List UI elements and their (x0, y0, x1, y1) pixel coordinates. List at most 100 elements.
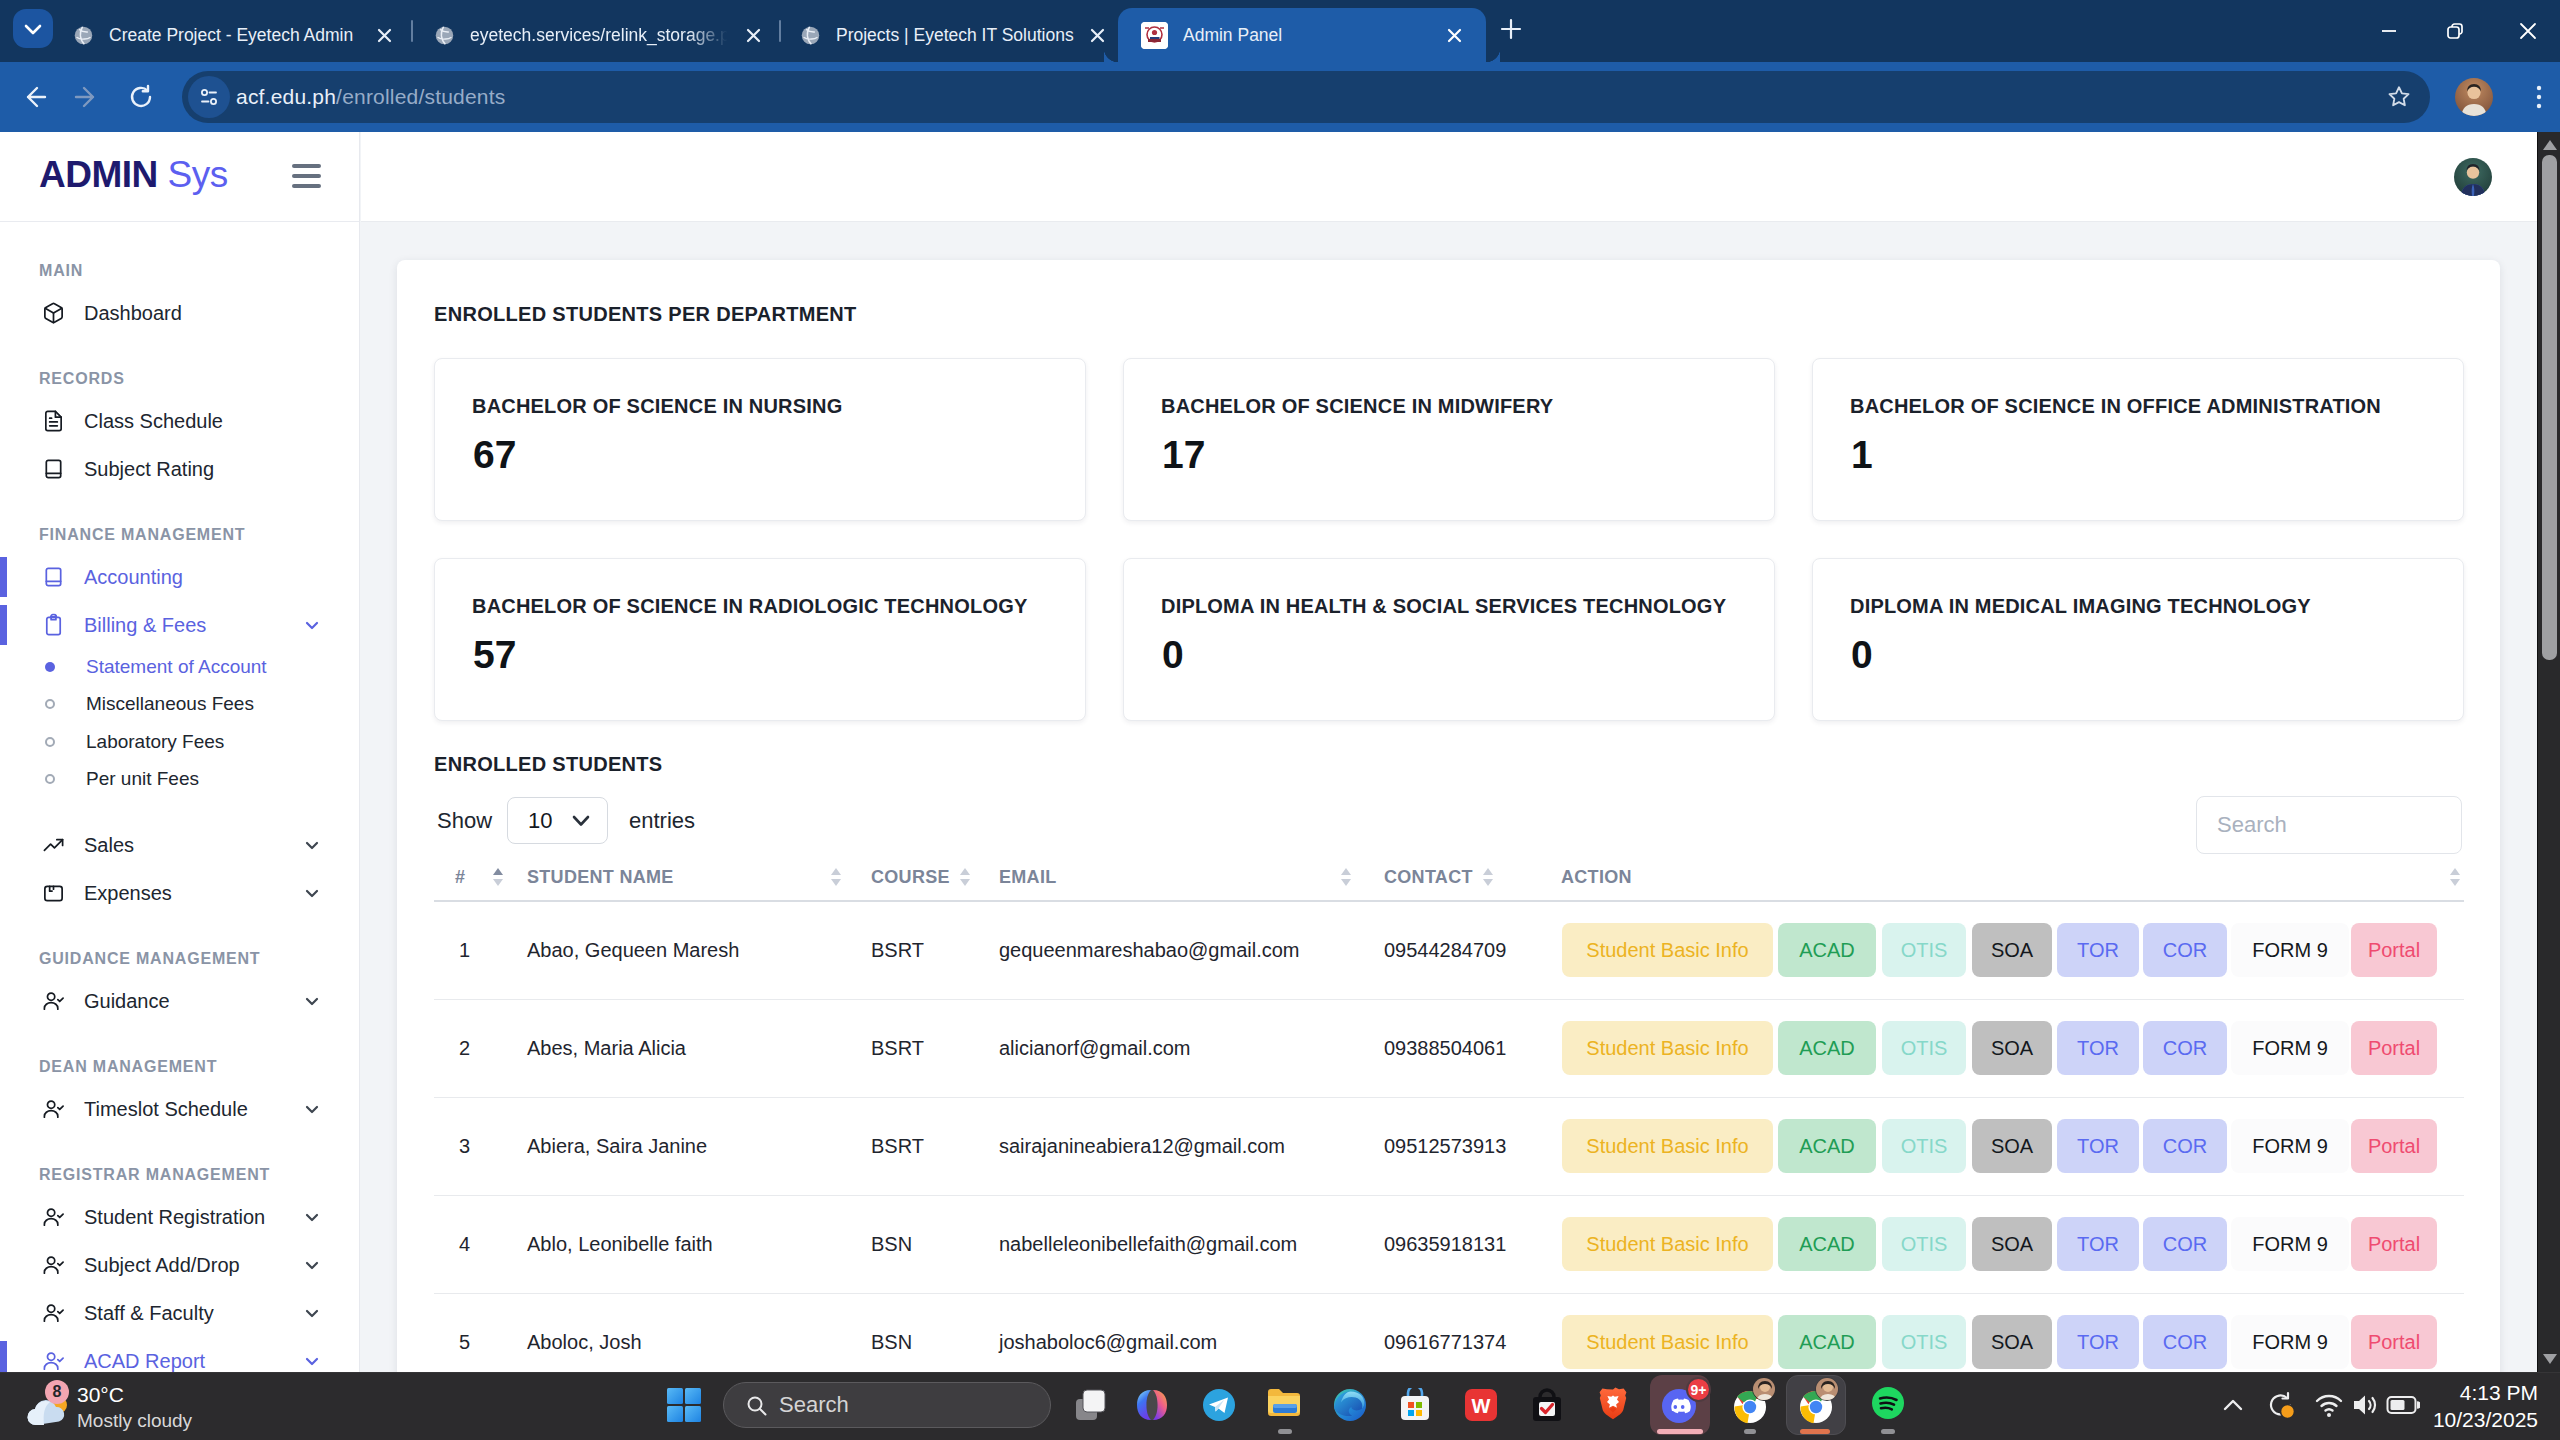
wifi-tray-icon[interactable] (2314, 1392, 2344, 1422)
otis-button[interactable]: OTIS (1882, 1021, 1966, 1075)
tor-button[interactable]: TOR (2057, 923, 2139, 977)
student-basic-info-button[interactable]: Student Basic Info (1562, 1119, 1773, 1173)
col-header-email[interactable]: EMAIL (999, 854, 1384, 901)
tor-button[interactable]: TOR (2057, 1119, 2139, 1173)
sidebar-item-timeslot-schedule[interactable]: Timeslot Schedule (0, 1087, 359, 1131)
portal-button[interactable]: Portal (2351, 1119, 2437, 1173)
sidebar-item-subject-rating[interactable]: Subject Rating (0, 447, 359, 491)
ms-store-button[interactable] (1398, 1388, 1432, 1426)
acad-button[interactable]: ACAD (1778, 1119, 1876, 1173)
bookmark-star-icon[interactable] (2386, 84, 2412, 114)
browser-profile-avatar[interactable] (2455, 78, 2493, 116)
sidebar-toggle-icon[interactable] (292, 164, 321, 189)
spotify-button[interactable] (1871, 1386, 1905, 1424)
tab-close-icon[interactable] (1083, 21, 1111, 49)
otis-button[interactable]: OTIS (1882, 923, 1966, 977)
scroll-up-arrow-icon[interactable] (2543, 140, 2557, 150)
col-header-student-name[interactable]: STUDENT NAME (527, 854, 871, 901)
cor-button[interactable]: COR (2143, 1315, 2227, 1369)
reload-button[interactable] (114, 70, 168, 124)
sidebar-item-student-registration[interactable]: Student Registration (0, 1195, 359, 1239)
tab-close-icon[interactable] (370, 21, 398, 49)
wps-office-button[interactable]: W (1464, 1388, 1498, 1426)
chrome-active-tile[interactable] (1786, 1375, 1846, 1435)
student-basic-info-button[interactable]: Student Basic Info (1562, 1021, 1773, 1075)
portal-button[interactable]: Portal (2351, 1315, 2437, 1369)
acad-button[interactable]: ACAD (1778, 1217, 1876, 1271)
browser-tab-active[interactable]: Admin Panel (1118, 8, 1486, 62)
taskbar-clock[interactable]: 4:13 PM 10/23/2025 (2433, 1380, 2538, 1433)
form9-button[interactable]: FORM 9 (2231, 923, 2349, 977)
page-scrollbar[interactable] (2537, 132, 2560, 1372)
portal-button[interactable]: Portal (2351, 1217, 2437, 1271)
browser-menu-icon[interactable] (2530, 84, 2548, 114)
table-search-input[interactable] (2217, 797, 2442, 853)
browser-tab-1[interactable]: Create Project - Eyetech Admin (60, 8, 406, 62)
tab-close-icon[interactable] (1440, 21, 1468, 49)
sidebar-item-staff-faculty[interactable]: Staff & Faculty (0, 1291, 359, 1335)
volume-tray-icon[interactable] (2350, 1391, 2380, 1423)
sidebar-subitem-statement-of-account[interactable]: Statement of Account (0, 648, 359, 686)
task-view-button[interactable] (1073, 1388, 1107, 1426)
copilot-button[interactable] (1135, 1388, 1169, 1426)
browser-tab-3[interactable]: Projects | Eyetech IT Solutions (787, 8, 1113, 62)
sidebar-item-sales[interactable]: Sales (0, 823, 359, 867)
sidebar-item-accounting[interactable]: Accounting (0, 555, 359, 599)
forward-button[interactable] (60, 70, 114, 124)
student-basic-info-button[interactable]: Student Basic Info (1562, 923, 1773, 977)
soa-button[interactable]: SOA (1972, 923, 2052, 977)
file-explorer-button[interactable] (1266, 1387, 1304, 1423)
soa-button[interactable]: SOA (1972, 1315, 2052, 1369)
browser-tab-2[interactable]: eyetech.services/relink_storage.p (421, 8, 775, 62)
scrollbar-thumb[interactable] (2542, 155, 2557, 660)
user-avatar[interactable] (2454, 158, 2492, 196)
site-info-icon[interactable] (188, 76, 230, 118)
form9-button[interactable]: FORM 9 (2231, 1217, 2349, 1271)
student-basic-info-button[interactable]: Student Basic Info (1562, 1217, 1773, 1271)
battery-tray-icon[interactable] (2386, 1395, 2420, 1419)
window-restore-button[interactable] (2440, 16, 2470, 46)
taskbar-search[interactable]: Search (723, 1382, 1051, 1428)
app-logo[interactable]: ADMIN Sys (39, 154, 228, 196)
back-button[interactable] (7, 70, 61, 124)
telegram-button[interactable] (1202, 1388, 1236, 1426)
shopping-bag-app-button[interactable] (1531, 1388, 1563, 1426)
otis-button[interactable]: OTIS (1882, 1217, 1966, 1271)
window-close-button[interactable] (2513, 16, 2543, 46)
sidebar-item-expenses[interactable]: Expenses (0, 871, 359, 915)
soa-button[interactable]: SOA (1972, 1217, 2052, 1271)
otis-button[interactable]: OTIS (1882, 1119, 1966, 1173)
acad-button[interactable]: ACAD (1778, 1021, 1876, 1075)
update-tray-icon[interactable] (2266, 1390, 2296, 1424)
brave-button[interactable] (1597, 1387, 1629, 1427)
sidebar-subitem-miscellaneous-fees[interactable]: Miscellaneous Fees (0, 685, 359, 723)
tor-button[interactable]: TOR (2057, 1315, 2139, 1369)
weather-widget[interactable]: 8 30°C Mostly cloudy (0, 1373, 240, 1440)
tab-close-icon[interactable] (739, 21, 767, 49)
soa-button[interactable]: SOA (1972, 1119, 2052, 1173)
sidebar-item-acad-report[interactable]: ACAD Report (0, 1339, 359, 1372)
student-basic-info-button[interactable]: Student Basic Info (1562, 1315, 1773, 1369)
acad-button[interactable]: ACAD (1778, 923, 1876, 977)
sidebar-item-subject-add-drop[interactable]: Subject Add/Drop (0, 1243, 359, 1287)
col-header-contact[interactable]: CONTACT (1384, 854, 1561, 901)
sidebar-subitem-laboratory-fees[interactable]: Laboratory Fees (0, 723, 359, 761)
sidebar-item-class-schedule[interactable]: Class Schedule (0, 399, 359, 443)
col-header-course[interactable]: COURSE (871, 854, 999, 901)
col-header-action[interactable]: ACTION (1561, 854, 2464, 901)
acad-button[interactable]: ACAD (1778, 1315, 1876, 1369)
form9-button[interactable]: FORM 9 (2231, 1119, 2349, 1173)
portal-button[interactable]: Portal (2351, 923, 2437, 977)
new-tab-button[interactable] (1496, 14, 1526, 44)
address-bar[interactable]: acf.edu.ph/enrolled/students (182, 71, 2430, 123)
sidebar-item-dashboard[interactable]: Dashboard (0, 291, 359, 335)
col-header-num[interactable]: # (434, 854, 527, 901)
form9-button[interactable]: FORM 9 (2231, 1315, 2349, 1369)
scroll-down-arrow-icon[interactable] (2543, 1354, 2557, 1364)
portal-button[interactable]: Portal (2351, 1021, 2437, 1075)
sidebar-item-guidance[interactable]: Guidance (0, 979, 359, 1023)
start-button[interactable] (666, 1387, 702, 1427)
sidebar-subitem-per-unit-fees[interactable]: Per unit Fees (0, 760, 359, 798)
soa-button[interactable]: SOA (1972, 1021, 2052, 1075)
cor-button[interactable]: COR (2143, 1217, 2227, 1271)
